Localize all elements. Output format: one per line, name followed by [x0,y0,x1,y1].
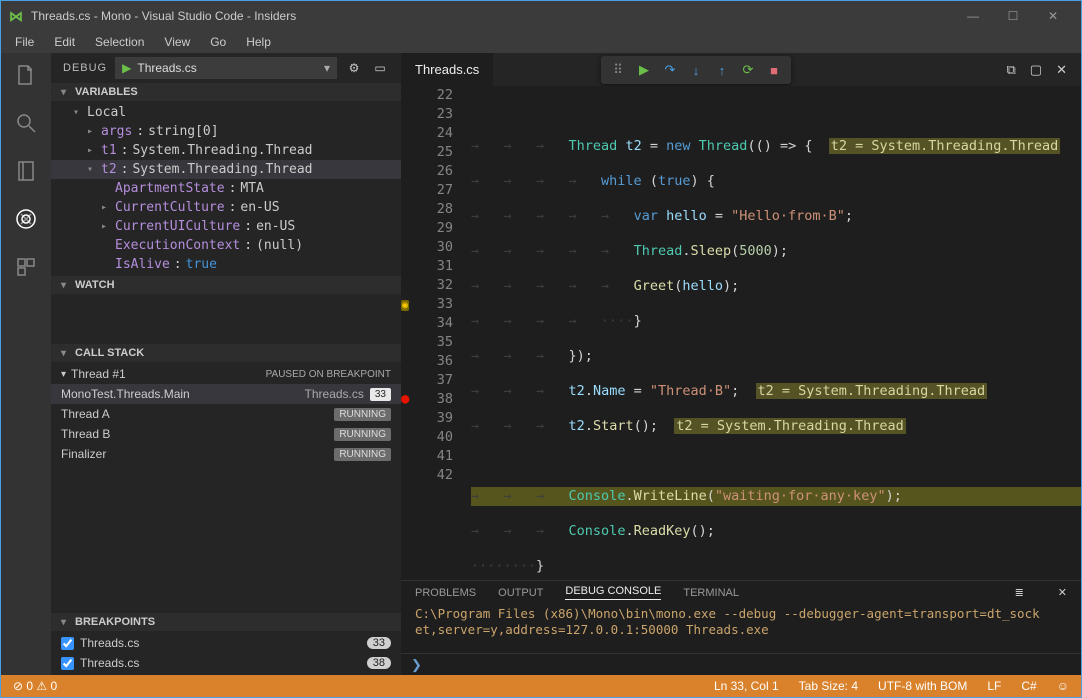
window-title: Threads.cs - Mono - Visual Studio Code -… [31,9,296,23]
debug-console-input[interactable]: ❯ [401,653,1081,675]
section-variables[interactable]: ▾ VARIABLES [51,83,401,101]
thread-finalizer[interactable]: Finalizer RUNNING [51,444,401,464]
breakpoint-row[interactable]: Threads.cs 33 [51,633,401,653]
thread-b[interactable]: Thread B RUNNING [51,424,401,444]
debug-sidebar: DEBUG ▶ Threads.cs ▾ ⚙ ▭ ▾ VARIABLES ▾Lo… [51,53,401,675]
vscode-logo-icon: ⋈ [9,8,23,25]
stack-frame[interactable]: MonoTest.Threads.Main Threads.cs 33 [51,384,401,404]
section-watch[interactable]: ▾WATCH [51,276,401,294]
status-tabsize[interactable]: Tab Size: 4 [795,679,862,693]
activity-bar [1,53,51,675]
debug-toolbar[interactable]: ⠿ ▶ ↷ ↓ ↑ ⟳ ■ [601,56,791,84]
menu-file[interactable]: File [7,33,42,51]
feedback-icon[interactable]: ☺ [1053,679,1073,693]
line-numbers: 22232425 26272829 30313233 34353637 3839… [421,86,461,580]
bottom-panel: PROBLEMS OUTPUT DEBUG CONSOLE TERMINAL ≣… [401,580,1081,675]
debug-label: DEBUG [63,62,107,74]
close-window-button[interactable]: ✕ [1033,9,1073,23]
breakpoint-checkbox[interactable] [61,637,74,650]
chevron-down-icon: ▾ [61,87,71,98]
status-cursor[interactable]: Ln 33, Col 1 [710,679,783,693]
menu-go[interactable]: Go [202,33,234,51]
var-isalive[interactable]: IsAlive: true [51,255,401,274]
extensions-icon[interactable] [12,253,40,281]
breakpoint-marker[interactable]: ● [401,390,421,409]
breakpoint-marker[interactable]: ◉ [401,295,421,314]
var-args[interactable]: ▸ args: string[0] [51,122,401,141]
status-encoding[interactable]: UTF-8 with BOM [874,679,971,693]
debug-console-output[interactable]: C:\Program Files (x86)\Mono\bin\mono.exe… [401,604,1081,653]
explorer-icon[interactable] [12,61,40,89]
scope-local[interactable]: ▾Local [51,103,401,122]
var-executioncontext[interactable]: ExecutionContext: (null) [51,236,401,255]
title-bar: ⋈ Threads.cs - Mono - Visual Studio Code… [1,1,1081,31]
configure-gear-icon[interactable]: ⚙ [345,61,363,75]
start-debug-icon[interactable]: ▶ [122,61,131,75]
status-eol[interactable]: LF [983,679,1005,693]
menu-view[interactable]: View [156,33,198,51]
menu-selection[interactable]: Selection [87,33,152,51]
step-into-button[interactable]: ↓ [683,57,709,83]
callstack-thread[interactable]: ▾ Thread #1 PAUSED ON BREAKPOINT [51,364,401,384]
editor-layout-icon[interactable]: ▢ [1030,62,1042,78]
panel-tab-output[interactable]: OUTPUT [498,587,543,599]
panel-tab-debug-console[interactable]: DEBUG CONSOLE [565,585,661,600]
var-t1[interactable]: ▸ t1: System.Threading.Thread [51,141,401,160]
source-control-icon[interactable] [12,157,40,185]
var-currentculture[interactable]: ▸CurrentCulture: en-US [51,198,401,217]
launch-config-name: Threads.cs [137,61,196,75]
minimize-button[interactable]: — [953,9,993,23]
split-editor-icon[interactable]: ⧉ [1007,62,1016,78]
debug-console-toggle-icon[interactable]: ▭ [371,61,389,75]
drag-handle-icon[interactable]: ⠿ [605,57,631,83]
menu-help[interactable]: Help [238,33,279,51]
thread-a[interactable]: Thread A RUNNING [51,404,401,424]
menu-bar: File Edit Selection View Go Help [1,31,1081,53]
panel-tab-terminal[interactable]: TERMINAL [683,587,739,599]
restart-button[interactable]: ⟳ [735,57,761,83]
breakpoint-row[interactable]: Threads.cs 38 [51,653,401,673]
step-out-button[interactable]: ↑ [709,57,735,83]
status-errors[interactable]: ⊘ 0 ⚠ 0 [9,679,61,693]
inline-hint: t2 = System.Threading.Thread [829,138,1061,154]
breakpoint-checkbox[interactable] [61,657,74,670]
chevron-down-icon[interactable]: ▾ [324,61,330,75]
panel-clear-icon[interactable]: ≣ [1015,586,1024,599]
more-actions-icon[interactable]: ✕ [1056,62,1067,78]
section-breakpoints[interactable]: ▾BREAKPOINTS [51,613,401,631]
debug-icon[interactable] [12,205,40,233]
editor-area: Threads.cs ⠿ ▶ ↷ ↓ ↑ ⟳ ■ ⧉ ▢ ✕ ◉ [401,53,1081,675]
launch-config-select[interactable]: ▶ Threads.cs ▾ [115,57,337,79]
section-callstack[interactable]: ▾CALL STACK [51,344,401,362]
var-t2[interactable]: ▾ t2: System.Threading.Thread [51,160,401,179]
var-currentuiculture[interactable]: ▸CurrentUICulture: en-US [51,217,401,236]
panel-close-icon[interactable]: ✕ [1058,586,1067,599]
var-apartmentstate[interactable]: ApartmentState: MTA [51,179,401,198]
maximize-button[interactable]: ☐ [993,9,1033,23]
status-language[interactable]: C# [1017,679,1040,693]
status-bar: ⊘ 0 ⚠ 0 Ln 33, Col 1 Tab Size: 4 UTF-8 w… [1,675,1081,697]
step-over-button[interactable]: ↷ [657,57,683,83]
continue-button[interactable]: ▶ [631,57,657,83]
editor-tab[interactable]: Threads.cs [401,53,494,86]
code-editor[interactable]: ◉ ● 22232425 26272829 30313233 34353637 … [401,86,1081,580]
stop-button[interactable]: ■ [761,57,787,83]
panel-tab-problems[interactable]: PROBLEMS [415,587,476,599]
search-icon[interactable] [12,109,40,137]
menu-edit[interactable]: Edit [46,33,83,51]
